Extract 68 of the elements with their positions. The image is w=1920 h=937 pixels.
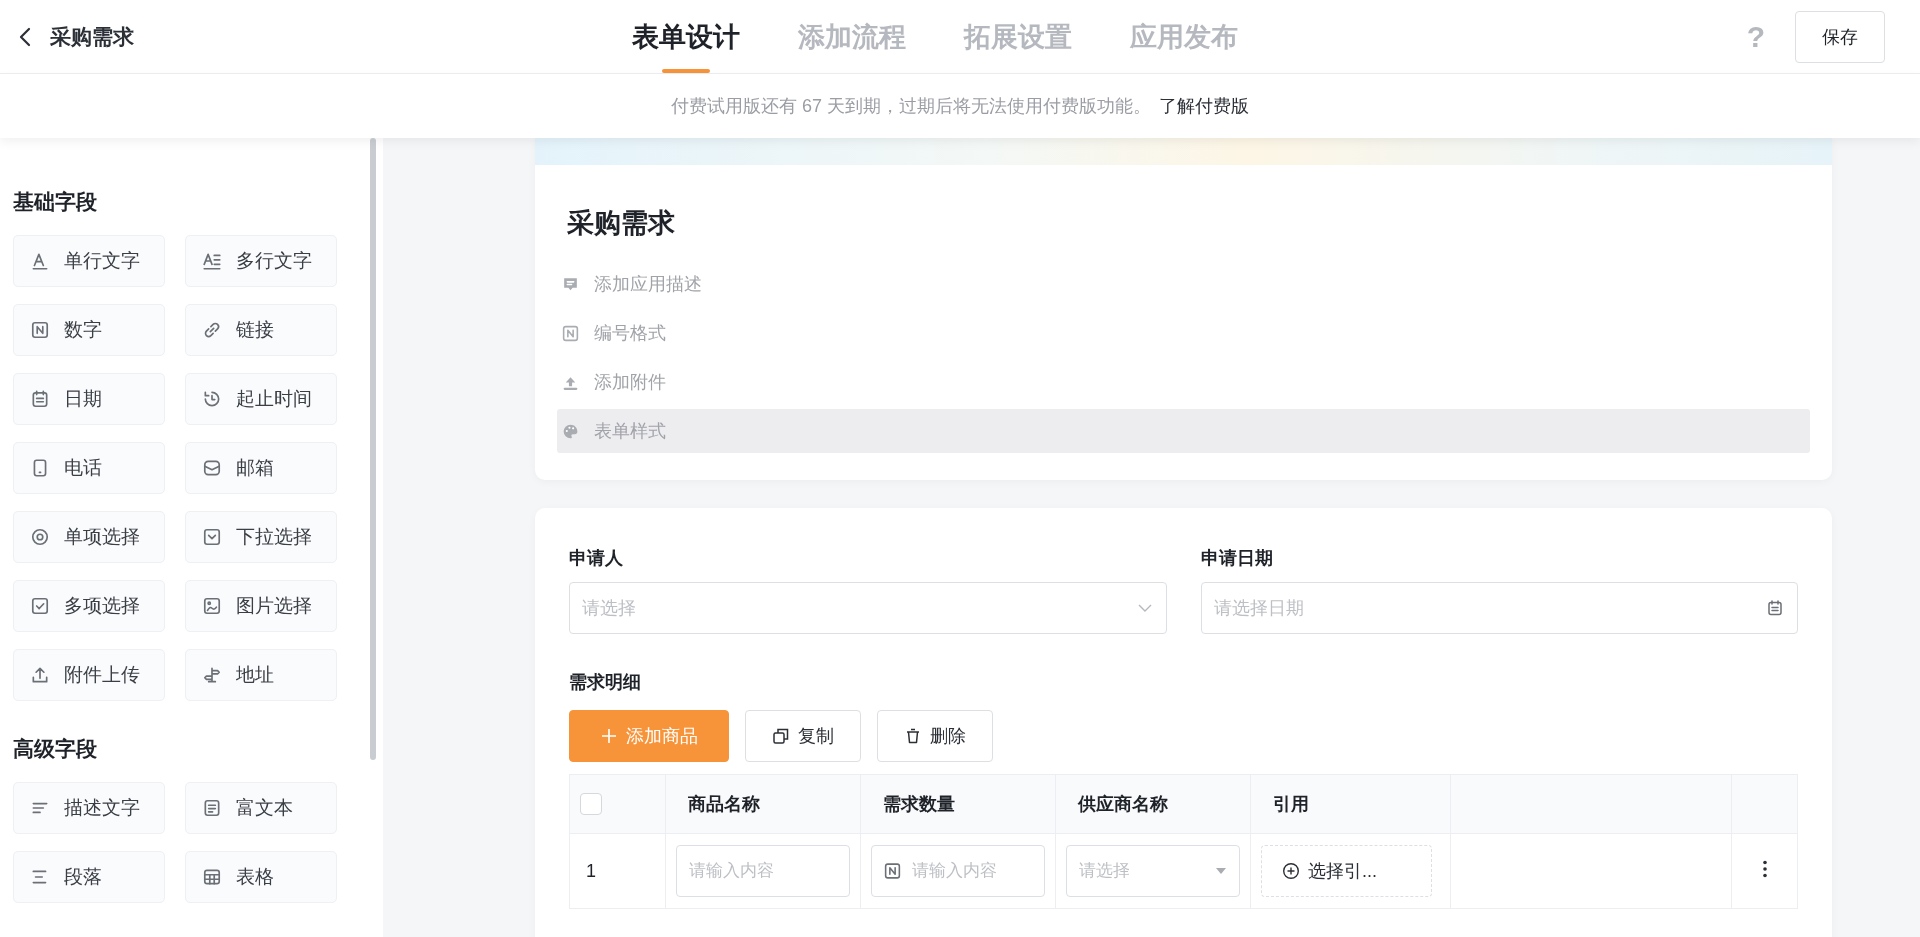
field-type-item[interactable]: 下拉选择: [185, 511, 337, 563]
number-box-icon: [883, 861, 902, 881]
field-type-item[interactable]: 邮箱: [185, 442, 337, 494]
field-type-item[interactable]: 日期: [13, 373, 165, 425]
field-type-item[interactable]: 图片选择: [185, 580, 337, 632]
field-type-item[interactable]: 附件上传: [13, 649, 165, 701]
field-type-item[interactable]: 起止时间: [185, 373, 337, 425]
section-heading: 基础字段: [13, 189, 98, 215]
mail-icon: [202, 458, 222, 478]
field-type-item[interactable]: 电话: [13, 442, 165, 494]
calendar-icon: [30, 389, 50, 409]
copy-button[interactable]: 复制: [745, 710, 861, 762]
field-type-item[interactable]: 地址: [185, 649, 337, 701]
dropdown-caret-icon: [1216, 868, 1226, 874]
field-type-item[interactable]: 描述文字: [13, 782, 165, 834]
text-field-icon: [30, 251, 50, 271]
delete-button[interactable]: 删除: [877, 710, 993, 762]
field-type-item[interactable]: 链接: [185, 304, 337, 356]
plus-circle-icon: [1282, 862, 1300, 880]
field-type-item[interactable]: 段落: [13, 851, 165, 903]
table-icon: [202, 867, 222, 887]
upload-icon: [30, 665, 50, 685]
section-heading: 高级字段: [13, 736, 98, 762]
row-number: 1: [586, 860, 596, 881]
field-type-item[interactable]: 表格: [185, 851, 337, 903]
field-type-item[interactable]: 单行文字: [13, 235, 165, 287]
field-type-item[interactable]: 单项选择: [13, 511, 165, 563]
field-type-item[interactable]: 数字: [13, 304, 165, 356]
signpost-icon: [202, 665, 222, 685]
trial-notice-text: 付费试用版还有 67 天到期，过期后将无法使用付费版功能。: [671, 95, 1151, 118]
date-field[interactable]: 请选择日期: [1200, 582, 1798, 634]
image-icon: [202, 596, 222, 616]
field-type-item[interactable]: 多项选择: [13, 580, 165, 632]
nav-tab[interactable]: 表单设计: [632, 0, 740, 73]
select-field[interactable]: 请选择: [569, 582, 1167, 634]
more-options-icon[interactable]: [1762, 859, 1767, 878]
trash-icon: [904, 727, 922, 745]
column-header: 引用: [1273, 794, 1309, 814]
input-field[interactable]: 请输入内容: [871, 845, 1045, 897]
field-type-item[interactable]: 富文本: [185, 782, 337, 834]
number-box-icon: [30, 320, 50, 340]
field-label: 申请人: [569, 547, 624, 570]
document-icon: [202, 798, 222, 818]
plus-icon: [600, 727, 618, 745]
select-reference-button[interactable]: 选择引...: [1261, 845, 1432, 897]
scrollbar-thumb[interactable]: [370, 138, 376, 760]
back-button[interactable]: 采购需求: [14, 18, 138, 55]
field-type-item[interactable]: 多行文字: [185, 235, 337, 287]
save-button[interactable]: 保存: [1795, 10, 1885, 63]
calendar-icon: [1766, 599, 1784, 617]
clock-icon: [202, 389, 222, 409]
link-icon: [202, 320, 222, 340]
copy-icon: [772, 727, 790, 745]
field-label: 申请日期: [1200, 547, 1274, 570]
form-title: 采购需求: [567, 207, 676, 240]
select-all-checkbox[interactable]: [580, 793, 602, 816]
select-field[interactable]: 请选择: [1066, 845, 1240, 897]
multiline-text-icon: [202, 251, 222, 271]
checkbox-icon: [30, 596, 50, 616]
dropdown-icon: [202, 527, 222, 547]
column-header: 商品名称: [688, 794, 760, 814]
section-label: 需求明细: [569, 671, 642, 694]
column-header: 需求数量: [883, 794, 955, 814]
learn-more-link[interactable]: 了解付费版: [1159, 94, 1249, 118]
radio-icon: [30, 527, 50, 547]
column-header: 供应商名称: [1078, 794, 1168, 814]
input-field[interactable]: 请输入内容: [676, 845, 850, 897]
number-box-icon: [561, 323, 580, 343]
